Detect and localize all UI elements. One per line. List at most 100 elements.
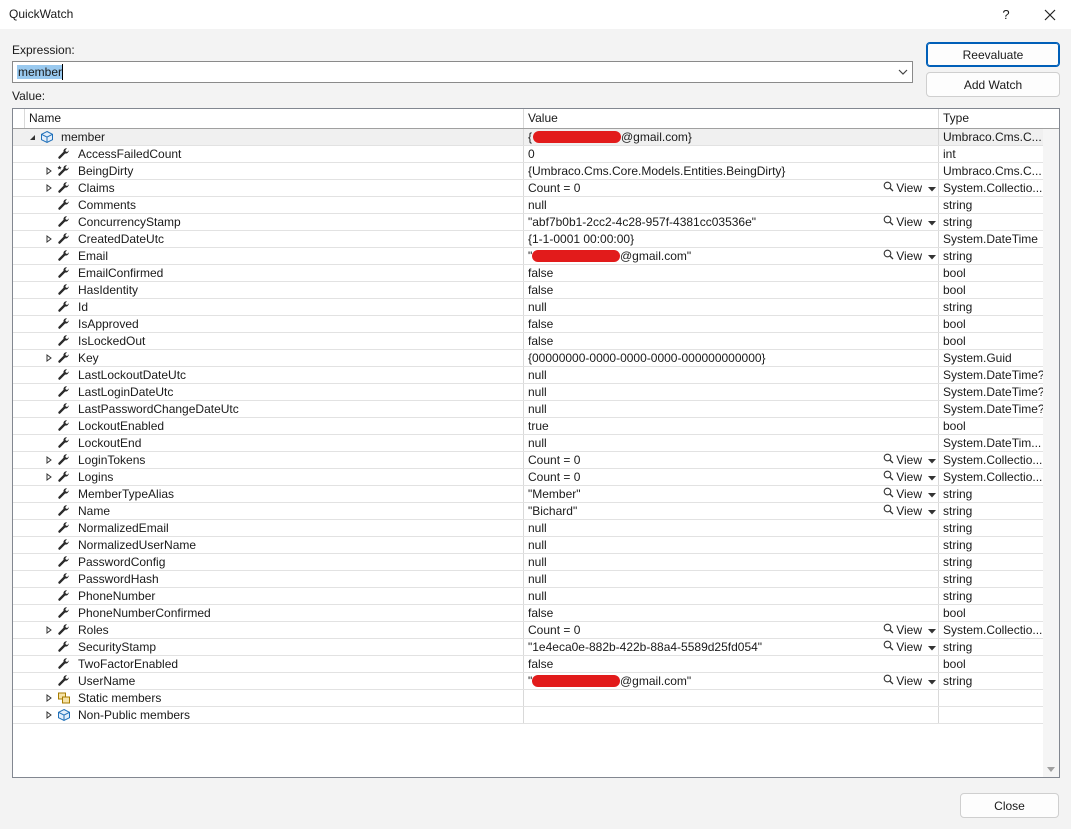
value-cell[interactable]: " @gmail.com" View <box>524 248 939 264</box>
table-row[interactable]: member {@gmail.com} Umbraco.Cms.C... <box>13 129 1043 146</box>
value-cell[interactable]: "Member" View <box>524 486 939 502</box>
table-row[interactable]: LoginTokens Count = 0 View System.Collectio… <box>13 452 1043 469</box>
table-row[interactable]: LastLoginDateUtc null System.DateTime? <box>13 384 1043 401</box>
value-cell[interactable]: "Bichard" View <box>524 503 939 519</box>
watch-grid[interactable]: Name Value Type member {@gmail.com} Umbrac… <box>12 108 1060 778</box>
value-cell[interactable]: null <box>524 384 939 400</box>
dropdown-arrow-icon[interactable] <box>928 180 936 196</box>
value-cell[interactable]: null <box>524 435 939 451</box>
value-cell[interactable]: Count = 0 View <box>524 622 939 638</box>
table-row[interactable]: IsApproved false bool <box>13 316 1043 333</box>
table-row[interactable]: IsLockedOut false bool <box>13 333 1043 350</box>
table-row[interactable]: PasswordConfig null string <box>13 554 1043 571</box>
expand-arrow-icon[interactable] <box>44 707 54 723</box>
value-cell[interactable]: "abf7b0b1-2cc2-4c28-957f-4381cc03536e" Vi… <box>524 214 939 230</box>
value-cell[interactable]: null <box>524 537 939 553</box>
table-row[interactable]: Comments null string <box>13 197 1043 214</box>
scroll-down-icon[interactable] <box>1047 767 1055 773</box>
table-row[interactable]: PasswordHash null string <box>13 571 1043 588</box>
expand-arrow-icon[interactable] <box>44 469 54 485</box>
expand-arrow-icon[interactable] <box>44 350 54 366</box>
value-cell[interactable]: false <box>524 333 939 349</box>
value-cell[interactable]: null <box>524 367 939 383</box>
table-row[interactable]: MemberTypeAlias "Member" View string <box>13 486 1043 503</box>
view-visualizer-button[interactable]: View <box>883 452 936 468</box>
help-button[interactable]: ? <box>988 0 1024 29</box>
expand-arrow-icon[interactable] <box>44 690 54 706</box>
table-row[interactable]: NormalizedUserName null string <box>13 537 1043 554</box>
expand-arrow-icon[interactable] <box>44 180 54 196</box>
value-cell[interactable]: null <box>524 588 939 604</box>
dropdown-arrow-icon[interactable] <box>928 639 936 655</box>
table-row[interactable]: UserName " @gmail.com" View string <box>13 673 1043 690</box>
value-cell[interactable] <box>524 707 939 723</box>
expand-arrow-icon[interactable] <box>44 622 54 638</box>
reevaluate-button[interactable]: Reevaluate <box>926 42 1060 67</box>
dropdown-arrow-icon[interactable] <box>928 622 936 638</box>
table-row[interactable]: SecurityStamp "1e4eca0e-882b-422b-88a4-55… <box>13 639 1043 656</box>
view-visualizer-button[interactable]: View <box>883 486 936 502</box>
header-type[interactable]: Type <box>939 109 1043 128</box>
table-row[interactable]: TwoFactorEnabled false bool <box>13 656 1043 673</box>
value-cell[interactable]: false <box>524 265 939 281</box>
value-cell[interactable]: true <box>524 418 939 434</box>
dropdown-arrow-icon[interactable] <box>928 248 936 264</box>
value-cell[interactable]: null <box>524 401 939 417</box>
table-row[interactable]: NormalizedEmail null string <box>13 520 1043 537</box>
expand-arrow-icon[interactable] <box>44 163 54 179</box>
value-cell[interactable]: {@gmail.com} <box>524 129 939 145</box>
table-row[interactable]: AccessFailedCount 0 int <box>13 146 1043 163</box>
view-visualizer-button[interactable]: View <box>883 248 936 264</box>
header-value[interactable]: Value <box>524 109 939 128</box>
table-row[interactable]: Logins Count = 0 View System.Collectio... <box>13 469 1043 486</box>
table-row[interactable]: LockoutEnd null System.DateTim... <box>13 435 1043 452</box>
chevron-down-icon[interactable] <box>898 67 908 77</box>
value-cell[interactable]: Count = 0 View <box>524 180 939 196</box>
value-cell[interactable] <box>524 690 939 706</box>
table-row[interactable]: Claims Count = 0 View System.Collectio... <box>13 180 1043 197</box>
value-cell[interactable]: 0 <box>524 146 939 162</box>
value-cell[interactable]: null <box>524 571 939 587</box>
view-visualizer-button[interactable]: View <box>883 214 936 230</box>
view-visualizer-button[interactable]: View <box>883 469 936 485</box>
table-row[interactable]: Name "Bichard" View string <box>13 503 1043 520</box>
view-visualizer-button[interactable]: View <box>883 622 936 638</box>
dropdown-arrow-icon[interactable] <box>928 214 936 230</box>
table-row[interactable]: EmailConfirmed false bool <box>13 265 1043 282</box>
table-row[interactable]: Roles Count = 0 View System.Collectio... <box>13 622 1043 639</box>
view-visualizer-button[interactable]: View <box>883 639 936 655</box>
dropdown-arrow-icon[interactable] <box>928 503 936 519</box>
expression-combobox[interactable]: member <box>12 61 913 83</box>
table-row[interactable]: LastPasswordChangeDateUtc null System.Date… <box>13 401 1043 418</box>
view-visualizer-button[interactable]: View <box>883 180 936 196</box>
view-visualizer-button[interactable]: View <box>883 673 936 689</box>
dropdown-arrow-icon[interactable] <box>928 673 936 689</box>
value-cell[interactable]: false <box>524 656 939 672</box>
expand-arrow-icon[interactable] <box>44 231 54 247</box>
value-cell[interactable]: Count = 0 View <box>524 469 939 485</box>
view-visualizer-button[interactable]: View <box>883 503 936 519</box>
collapse-arrow-icon[interactable] <box>27 129 37 145</box>
close-button[interactable]: Close <box>960 793 1059 818</box>
value-cell[interactable]: false <box>524 282 939 298</box>
expand-arrow-icon[interactable] <box>44 452 54 468</box>
dropdown-arrow-icon[interactable] <box>928 486 936 502</box>
value-cell[interactable]: null <box>524 299 939 315</box>
dropdown-arrow-icon[interactable] <box>928 452 936 468</box>
table-row[interactable]: PhoneNumberConfirmed false bool <box>13 605 1043 622</box>
expression-input[interactable]: member <box>17 65 64 79</box>
value-cell[interactable]: " @gmail.com" View <box>524 673 939 689</box>
header-name[interactable]: Name <box>25 109 524 128</box>
table-row[interactable]: Key {00000000-0000-0000-0000-000000000000… <box>13 350 1043 367</box>
table-row[interactable]: Non-Public members <box>13 707 1043 724</box>
value-cell[interactable]: null <box>524 554 939 570</box>
add-watch-button[interactable]: Add Watch <box>926 72 1060 97</box>
value-cell[interactable]: null <box>524 520 939 536</box>
close-window-button[interactable] <box>1032 0 1068 29</box>
table-row[interactable]: LockoutEnabled true bool <box>13 418 1043 435</box>
table-row[interactable]: Id null string <box>13 299 1043 316</box>
value-cell[interactable]: {1-1-0001 00:00:00} <box>524 231 939 247</box>
table-row[interactable]: LastLockoutDateUtc null System.DateTime? <box>13 367 1043 384</box>
value-cell[interactable]: false <box>524 605 939 621</box>
dropdown-arrow-icon[interactable] <box>928 469 936 485</box>
